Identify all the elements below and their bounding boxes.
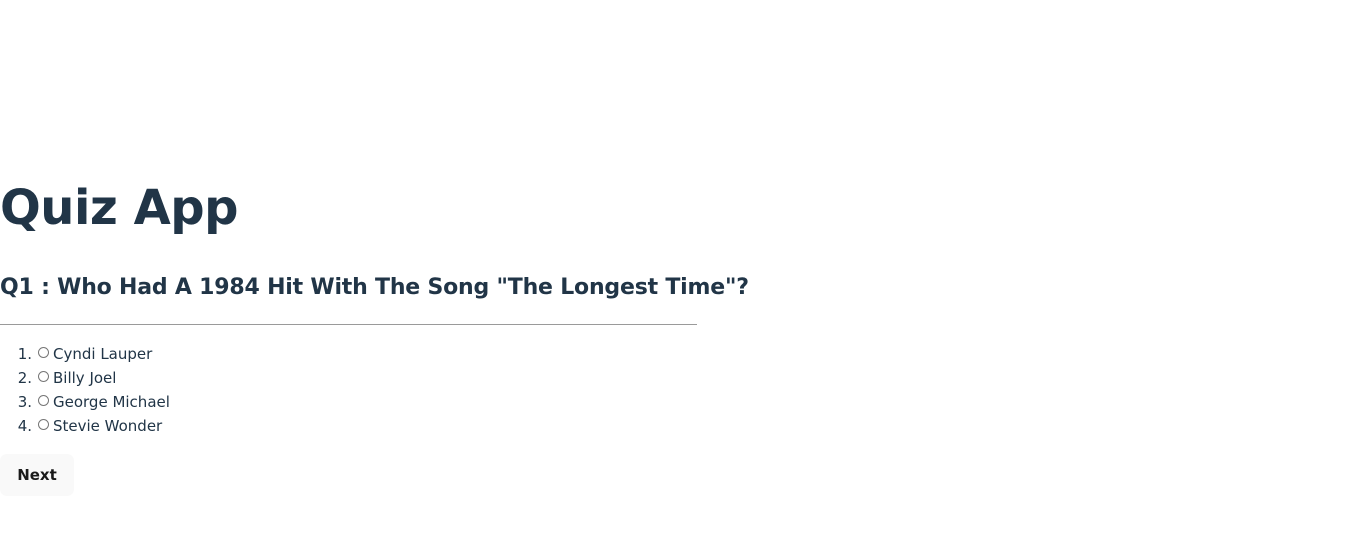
radio-button[interactable] — [38, 371, 49, 382]
answer-option[interactable]: 3. George Michael — [0, 390, 170, 414]
radio-button[interactable] — [38, 347, 49, 358]
option-label[interactable]: Stevie Wonder — [53, 417, 162, 435]
option-label[interactable]: Billy Joel — [53, 369, 116, 387]
answer-option[interactable]: 2. Billy Joel — [0, 366, 170, 390]
answer-option[interactable]: 1. Cyndi Lauper — [0, 342, 170, 366]
radio-button[interactable] — [38, 419, 49, 430]
answer-options-list: 1. Cyndi Lauper 2. Billy Joel 3. George … — [0, 342, 170, 438]
option-number: 4. — [17, 417, 32, 435]
option-label[interactable]: George Michael — [53, 393, 170, 411]
page-title: Quiz App — [0, 180, 238, 236]
radio-button[interactable] — [38, 395, 49, 406]
option-label[interactable]: Cyndi Lauper — [53, 345, 152, 363]
option-number: 2. — [17, 369, 32, 387]
question-text: Q1 : Who Had A 1984 Hit With The Song "T… — [0, 275, 749, 300]
option-number: 1. — [17, 345, 32, 363]
next-button[interactable]: Next — [0, 454, 74, 496]
divider — [0, 324, 697, 325]
option-number: 3. — [17, 393, 32, 411]
answer-option[interactable]: 4. Stevie Wonder — [0, 414, 170, 438]
